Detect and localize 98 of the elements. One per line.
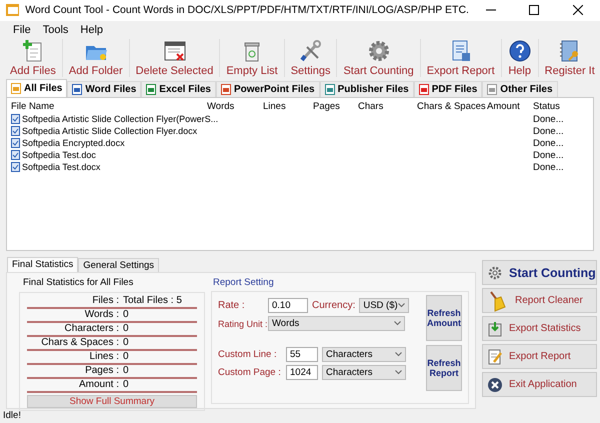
status-cell-text: Done... <box>533 162 565 173</box>
app-icon <box>6 4 20 16</box>
column-header[interactable]: File Name <box>11 100 207 112</box>
column-header[interactable]: Lines <box>263 100 313 112</box>
stat-value: 0 <box>123 365 130 376</box>
column-header[interactable]: Chars <box>358 100 417 112</box>
column-header[interactable]: Amount <box>487 100 533 112</box>
stat-label: Chars & Spaces : <box>40 337 119 348</box>
column-header[interactable]: Chars & Spaces <box>417 100 487 112</box>
status-cell-text: Done... <box>533 114 565 125</box>
toolbar-button[interactable]: Delete Selected <box>130 39 220 78</box>
dropdown[interactable]: Characters <box>322 347 406 362</box>
status-cell-text: Done... <box>533 126 565 137</box>
toolbar-button[interactable]: Export Report <box>420 39 502 78</box>
group-title: Final Statistics for All Files <box>23 277 134 288</box>
menu-item[interactable]: Tools <box>38 24 74 36</box>
status-text: Idle! <box>3 410 21 422</box>
stat-label: Files : <box>91 295 119 306</box>
gear-icon <box>487 264 503 281</box>
action-button[interactable]: Export Statistics <box>482 316 597 342</box>
tools-icon <box>298 39 323 64</box>
field-label: Rate : <box>218 300 246 312</box>
menu-item[interactable]: File <box>8 24 36 36</box>
stat-value: 0 <box>123 323 130 334</box>
action-button[interactable]: Exit Application <box>482 372 597 398</box>
stat-value: 0 <box>123 309 130 320</box>
file-type-icon <box>221 84 231 96</box>
dropdown[interactable]: USD ($) <box>359 298 410 314</box>
dropdown[interactable]: Characters <box>322 365 406 380</box>
file-type-icon <box>324 84 335 96</box>
input-field[interactable]: 1024 <box>286 365 318 380</box>
field-label: Currency: <box>312 300 356 312</box>
toolbar-button[interactable]: Add Files <box>4 39 63 78</box>
column-header[interactable]: Pages <box>313 100 358 112</box>
action-button[interactable]: Report Cleaner <box>482 288 597 314</box>
input-field[interactable]: 55 <box>286 347 318 362</box>
stat-label: Words : <box>84 309 119 320</box>
column-header[interactable]: Status <box>533 100 593 112</box>
tab[interactable]: PDF Files <box>414 81 482 98</box>
stat-label: Pages : <box>84 365 119 376</box>
stat-value: 0 <box>123 379 130 390</box>
toolbar-button[interactable]: Empty List <box>220 39 285 78</box>
exit-icon <box>487 376 503 393</box>
tab[interactable]: Word Files <box>67 81 142 98</box>
toolbar-button[interactable]: Register It <box>538 39 600 78</box>
window-x-icon <box>162 39 186 64</box>
document-icon <box>11 126 20 136</box>
action-button[interactable]: Start Counting <box>482 260 597 286</box>
group-title: Report Setting <box>213 277 275 288</box>
document-icon <box>11 150 20 160</box>
help-icon <box>508 39 532 64</box>
document-icon <box>11 114 20 124</box>
file-type-icon <box>487 84 498 96</box>
close-icon[interactable] <box>573 5 584 16</box>
file-name: Softpedia Artistic Slide Collection Flyer.docx <box>22 126 198 136</box>
dropdown[interactable]: Words <box>268 316 405 332</box>
stat-label: Characters : <box>64 323 119 334</box>
toolbar-button[interactable]: Start Counting <box>337 39 421 78</box>
document-icon <box>11 138 20 148</box>
file-type-icon <box>146 84 156 96</box>
file-type-icon <box>72 84 82 96</box>
toolbar-button[interactable]: Add Folder <box>62 39 130 78</box>
tab[interactable]: Publisher Files <box>320 81 414 98</box>
tab[interactable]: All Files <box>6 79 68 98</box>
toolbar-button[interactable]: Settings <box>284 39 338 78</box>
file-name: Softpedia Test.doc <box>22 150 96 160</box>
field-label: Custom Line : <box>218 349 278 360</box>
file-name: Softpedia Test.docx <box>22 162 100 172</box>
tab[interactable]: Final Statistics <box>7 257 78 272</box>
refresh-button[interactable]: Refresh Amount <box>426 295 462 342</box>
column-header[interactable]: Words <box>207 100 263 112</box>
gear-icon <box>366 39 391 64</box>
tab[interactable]: Excel Files <box>141 81 216 98</box>
document-icon <box>11 162 20 172</box>
file-name: Softpedia Artistic Slide Collection Flyer(PowerS... <box>22 114 218 124</box>
window-title: Word Count Tool - Count Words in DOC/XLS/PPT/PDF/HTM/TXT/RTF/INI/LOG/ASP/PHP ETC. <box>25 4 469 16</box>
file-name: Softpedia Encrypted.docx <box>22 138 125 148</box>
action-button[interactable]: Export Report <box>482 344 597 370</box>
status-cell-text: Done... <box>533 150 565 161</box>
field-label: Custom Page : <box>218 367 282 378</box>
input-field[interactable]: 0.10 <box>268 298 308 314</box>
file-type-icon <box>11 83 21 94</box>
menu-item[interactable]: Help <box>75 24 108 36</box>
file-type-icon <box>418 84 429 96</box>
stat-value: 0 <box>123 351 130 362</box>
tab[interactable]: General Settings <box>78 258 160 272</box>
refresh-button[interactable]: Refresh Report <box>426 345 462 392</box>
document-pencil-icon <box>487 348 503 365</box>
tab[interactable]: Other Files <box>482 81 558 98</box>
maximize-icon[interactable] <box>529 5 540 16</box>
stat-label: Lines : <box>88 351 119 362</box>
toolbar-button[interactable]: Help <box>502 39 539 78</box>
tab[interactable]: PowerPoint Files <box>216 81 320 98</box>
stat-value: Total Files : 5 <box>123 295 183 306</box>
status-cell-text: Done... <box>533 138 565 149</box>
stat-value: 0 <box>123 337 130 348</box>
summary-button[interactable]: Show Full Summary <box>27 395 197 408</box>
stat-label: Amount : <box>78 379 119 390</box>
